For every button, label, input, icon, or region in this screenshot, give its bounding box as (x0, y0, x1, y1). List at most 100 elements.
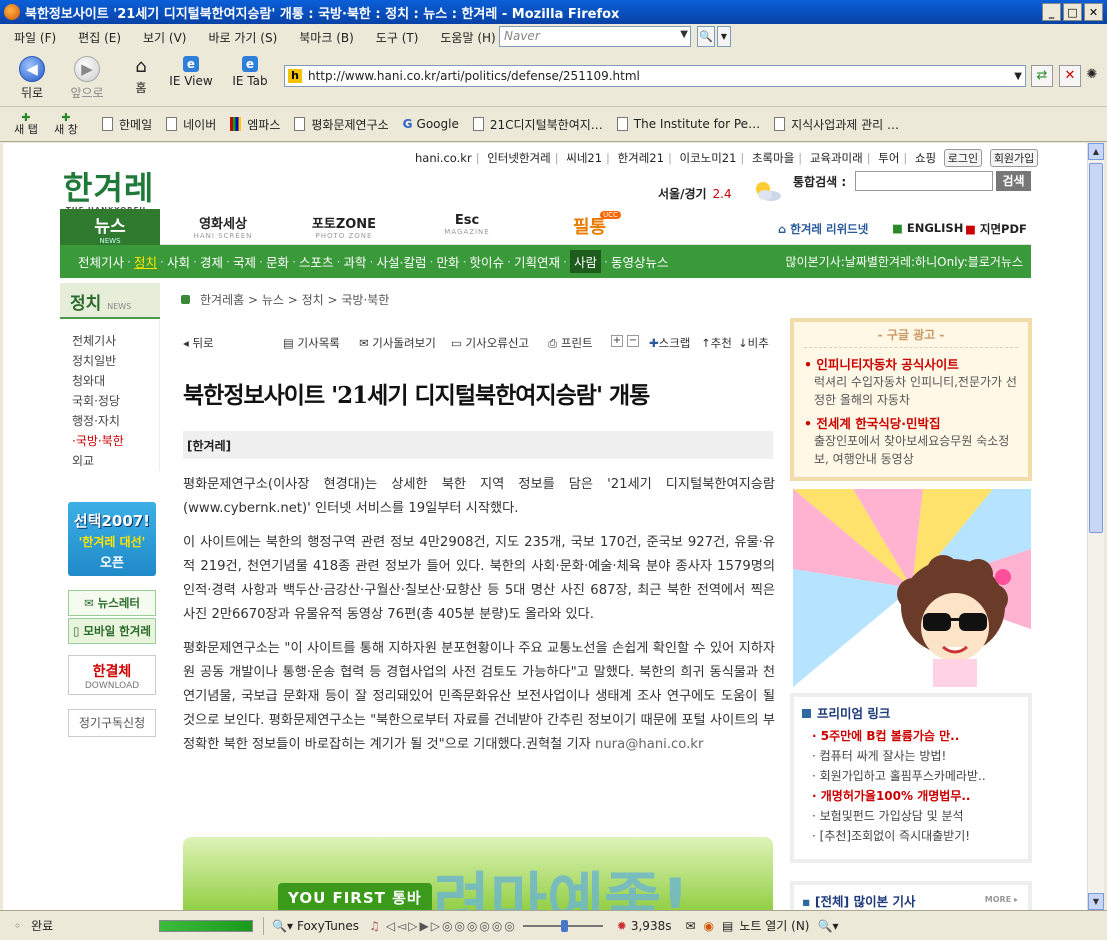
hankyoreh-logo[interactable]: 한겨레THE HANKYOREH (63, 163, 154, 214)
left-menu-item[interactable]: 행정·자치 (72, 411, 159, 431)
premium-link[interactable]: · 보험및펀드 가입상담 및 분석 (802, 806, 1020, 826)
menu-edit[interactable]: 편집 (E) (78, 29, 121, 46)
not-recommend-button[interactable]: ↓비추 (738, 335, 769, 351)
new-window-button[interactable]: ✚ 새 창 (46, 112, 86, 136)
report-error-button[interactable]: ▭ 기사오류신고 (451, 335, 529, 351)
back-button[interactable]: ◀ 뒤로 (16, 56, 48, 101)
toplink[interactable]: hani.co.kr (415, 151, 472, 165)
menu-file[interactable]: 파일 (F) (14, 29, 56, 46)
more-link[interactable]: MORE ▸ (985, 895, 1018, 904)
back-link[interactable]: ◂ 뒤로 (183, 335, 214, 351)
scroll-up-icon[interactable]: ▲ (1088, 143, 1104, 160)
notes-icon[interactable]: ▤ (722, 919, 733, 933)
foxytunes-label[interactable]: FoxyTunes (297, 919, 359, 933)
maximize-button[interactable]: □ (1063, 3, 1082, 21)
premium-link[interactable]: · 5주만에 B컵 볼륨가슴 만.. (802, 726, 1020, 746)
font-increase-icon[interactable]: + (611, 335, 623, 347)
left-menu-item[interactable]: 전체기사 (72, 331, 159, 351)
premium-link[interactable]: · [추천]조회없이 즉시대출받기! (802, 826, 1020, 846)
menu-view[interactable]: 보기 (V) (143, 29, 186, 46)
bookmark-item[interactable]: 지식사업과제 관리 … (774, 116, 899, 133)
toplink[interactable]: 쇼핑 (915, 151, 936, 165)
ie-view-button[interactable]: e IE View (166, 56, 216, 88)
toplink[interactable]: 인터넷한겨레 (487, 151, 550, 165)
login-button[interactable]: 로그인 (943, 149, 983, 167)
left-menu-item[interactable]: 외교 (72, 451, 159, 471)
bookmark-item[interactable]: 네이버 (166, 116, 216, 133)
section-movie[interactable]: 영화세상 HANI SCREEN (188, 213, 258, 240)
cat-economy[interactable]: 경제 (200, 252, 223, 271)
url-text[interactable]: http://www.hani.co.kr/arti/politics/defe… (308, 69, 640, 83)
cat-world[interactable]: 국제 (233, 252, 256, 271)
vertical-scrollbar[interactable]: ▲ ▼ (1087, 143, 1104, 910)
toplink[interactable]: 초록마을 (752, 151, 794, 165)
cat-editorial[interactable]: 사설·칼럼 (377, 252, 427, 271)
cat-all[interactable]: 전체기사 (78, 252, 124, 271)
font-download-box[interactable]: 한결체 DOWNLOAD (68, 655, 156, 695)
newsletter-button[interactable]: ✉ 뉴스레터 (68, 590, 156, 616)
firefox-status-icon[interactable]: ◉ (704, 919, 714, 933)
join-button[interactable]: 회원가입 (989, 149, 1039, 167)
stop-icon[interactable]: ✕ (1059, 65, 1081, 87)
cat-hotissue[interactable]: 핫이슈 (469, 252, 504, 271)
scrollbar-thumb[interactable] (1089, 163, 1103, 533)
premium-link[interactable]: · 회원가입하고 홀핌푸스카메라받.. (802, 766, 1020, 786)
open-notes-button[interactable]: 노트 열기 (N) (739, 917, 809, 934)
music-note-icon[interactable]: ♫ (369, 919, 380, 933)
minimize-button[interactable]: _ (1042, 3, 1061, 21)
ie-tab-button[interactable]: e IE Tab (228, 56, 272, 88)
mail-status-icon[interactable]: ✉ (685, 919, 695, 933)
toplink[interactable]: 씨네21 (566, 151, 602, 165)
left-menu-item[interactable]: 국회·정당 (72, 391, 159, 411)
menu-go[interactable]: 바로 가기 (S) (208, 29, 277, 46)
bookmark-item[interactable]: G Google (403, 117, 459, 131)
mobile-button[interactable]: ▯ 모바일 한겨레 (68, 618, 156, 644)
share-button[interactable]: ✉ 기사돌려보기 (359, 335, 436, 351)
cat-culture[interactable]: 문화 (266, 252, 289, 271)
volume-handle[interactable] (560, 919, 568, 932)
menu-help[interactable]: 도움말 (H) (440, 29, 495, 46)
popular-articles-title[interactable]: [전체] 많이본 기사 (815, 894, 916, 909)
subscribe-button[interactable]: 정기구독신청 (68, 709, 156, 737)
nav-english[interactable]: ■ ENGLISH (892, 221, 963, 235)
article-list-button[interactable]: ▤ 기사목록 (283, 335, 340, 351)
left-menu-item[interactable]: 정치일반 (72, 351, 159, 371)
menu-tools[interactable]: 도구 (T) (376, 29, 419, 46)
cartoon-ad-image[interactable] (793, 489, 1031, 687)
breadcrumb-text[interactable]: 한겨레홈 > 뉴스 > 정치 > 국방·북한 (200, 293, 389, 307)
menu-bookmarks[interactable]: 북마크 (B) (299, 29, 354, 46)
go-icon[interactable]: ⇄ (1031, 65, 1053, 87)
search-button[interactable]: 검색 (996, 171, 1031, 191)
print-button[interactable]: ⎙ 프린트 (548, 335, 593, 351)
scroll-down-icon[interactable]: ▼ (1088, 893, 1104, 910)
cat-cartoon[interactable]: 만화 (436, 252, 459, 271)
close-window-button[interactable]: ✕ (1084, 3, 1103, 21)
toplink[interactable]: 교육과미래 (810, 151, 863, 165)
search-icon[interactable]: 🔍 (697, 26, 715, 47)
integrated-search-input[interactable] (855, 171, 993, 191)
toplink[interactable]: 투어 (878, 151, 899, 165)
bookmark-item[interactable]: 평화문제연구소 (294, 116, 389, 133)
new-tab-button[interactable]: ✚ 새 탭 (6, 112, 46, 136)
chevron-down-icon[interactable]: ▼ (680, 29, 688, 40)
bottom-ad-banner[interactable]: 려마예좋! YOU FIRST 통바 (183, 837, 773, 910)
toplink[interactable]: 이코노미21 (679, 151, 736, 165)
zoom-icon[interactable]: 🔍▾ (818, 919, 839, 933)
home-button[interactable]: ⌂ 홈 (130, 56, 152, 96)
google-ad-title[interactable]: • 인피니티자동차 공식사이트 (804, 354, 1018, 373)
premium-link[interactable]: · 컴퓨터 싸게 잘사는 방법! (802, 746, 1020, 766)
url-dropdown-icon[interactable]: ▼ (1014, 71, 1022, 82)
section-esc[interactable]: Esc MAGAZINE (432, 213, 502, 236)
nav-rewardnet[interactable]: ⌂ 한겨레 리위드넷 (778, 221, 868, 237)
foxytunes-icon[interactable]: 🔍▾ (272, 919, 293, 933)
search-engine-input[interactable]: Naver ▼ (499, 26, 691, 47)
cat-science[interactable]: 과학 (344, 252, 367, 271)
font-decrease-icon[interactable]: − (627, 335, 639, 347)
popular-links[interactable]: 많이본기사:날짜별한겨레:하니Only:블로거뉴스 (786, 253, 1023, 270)
toplink[interactable]: 한겨레21 (618, 151, 664, 165)
url-bar[interactable]: h http://www.hani.co.kr/arti/politics/de… (284, 65, 1026, 87)
bookmark-item[interactable]: 한메일 (102, 116, 152, 133)
bookmark-item[interactable]: The Institute for Pe… (616, 117, 760, 131)
section-photo[interactable]: 포토ZONE PHOTO ZONE (306, 213, 382, 240)
cat-people[interactable]: 사람 (569, 250, 601, 273)
